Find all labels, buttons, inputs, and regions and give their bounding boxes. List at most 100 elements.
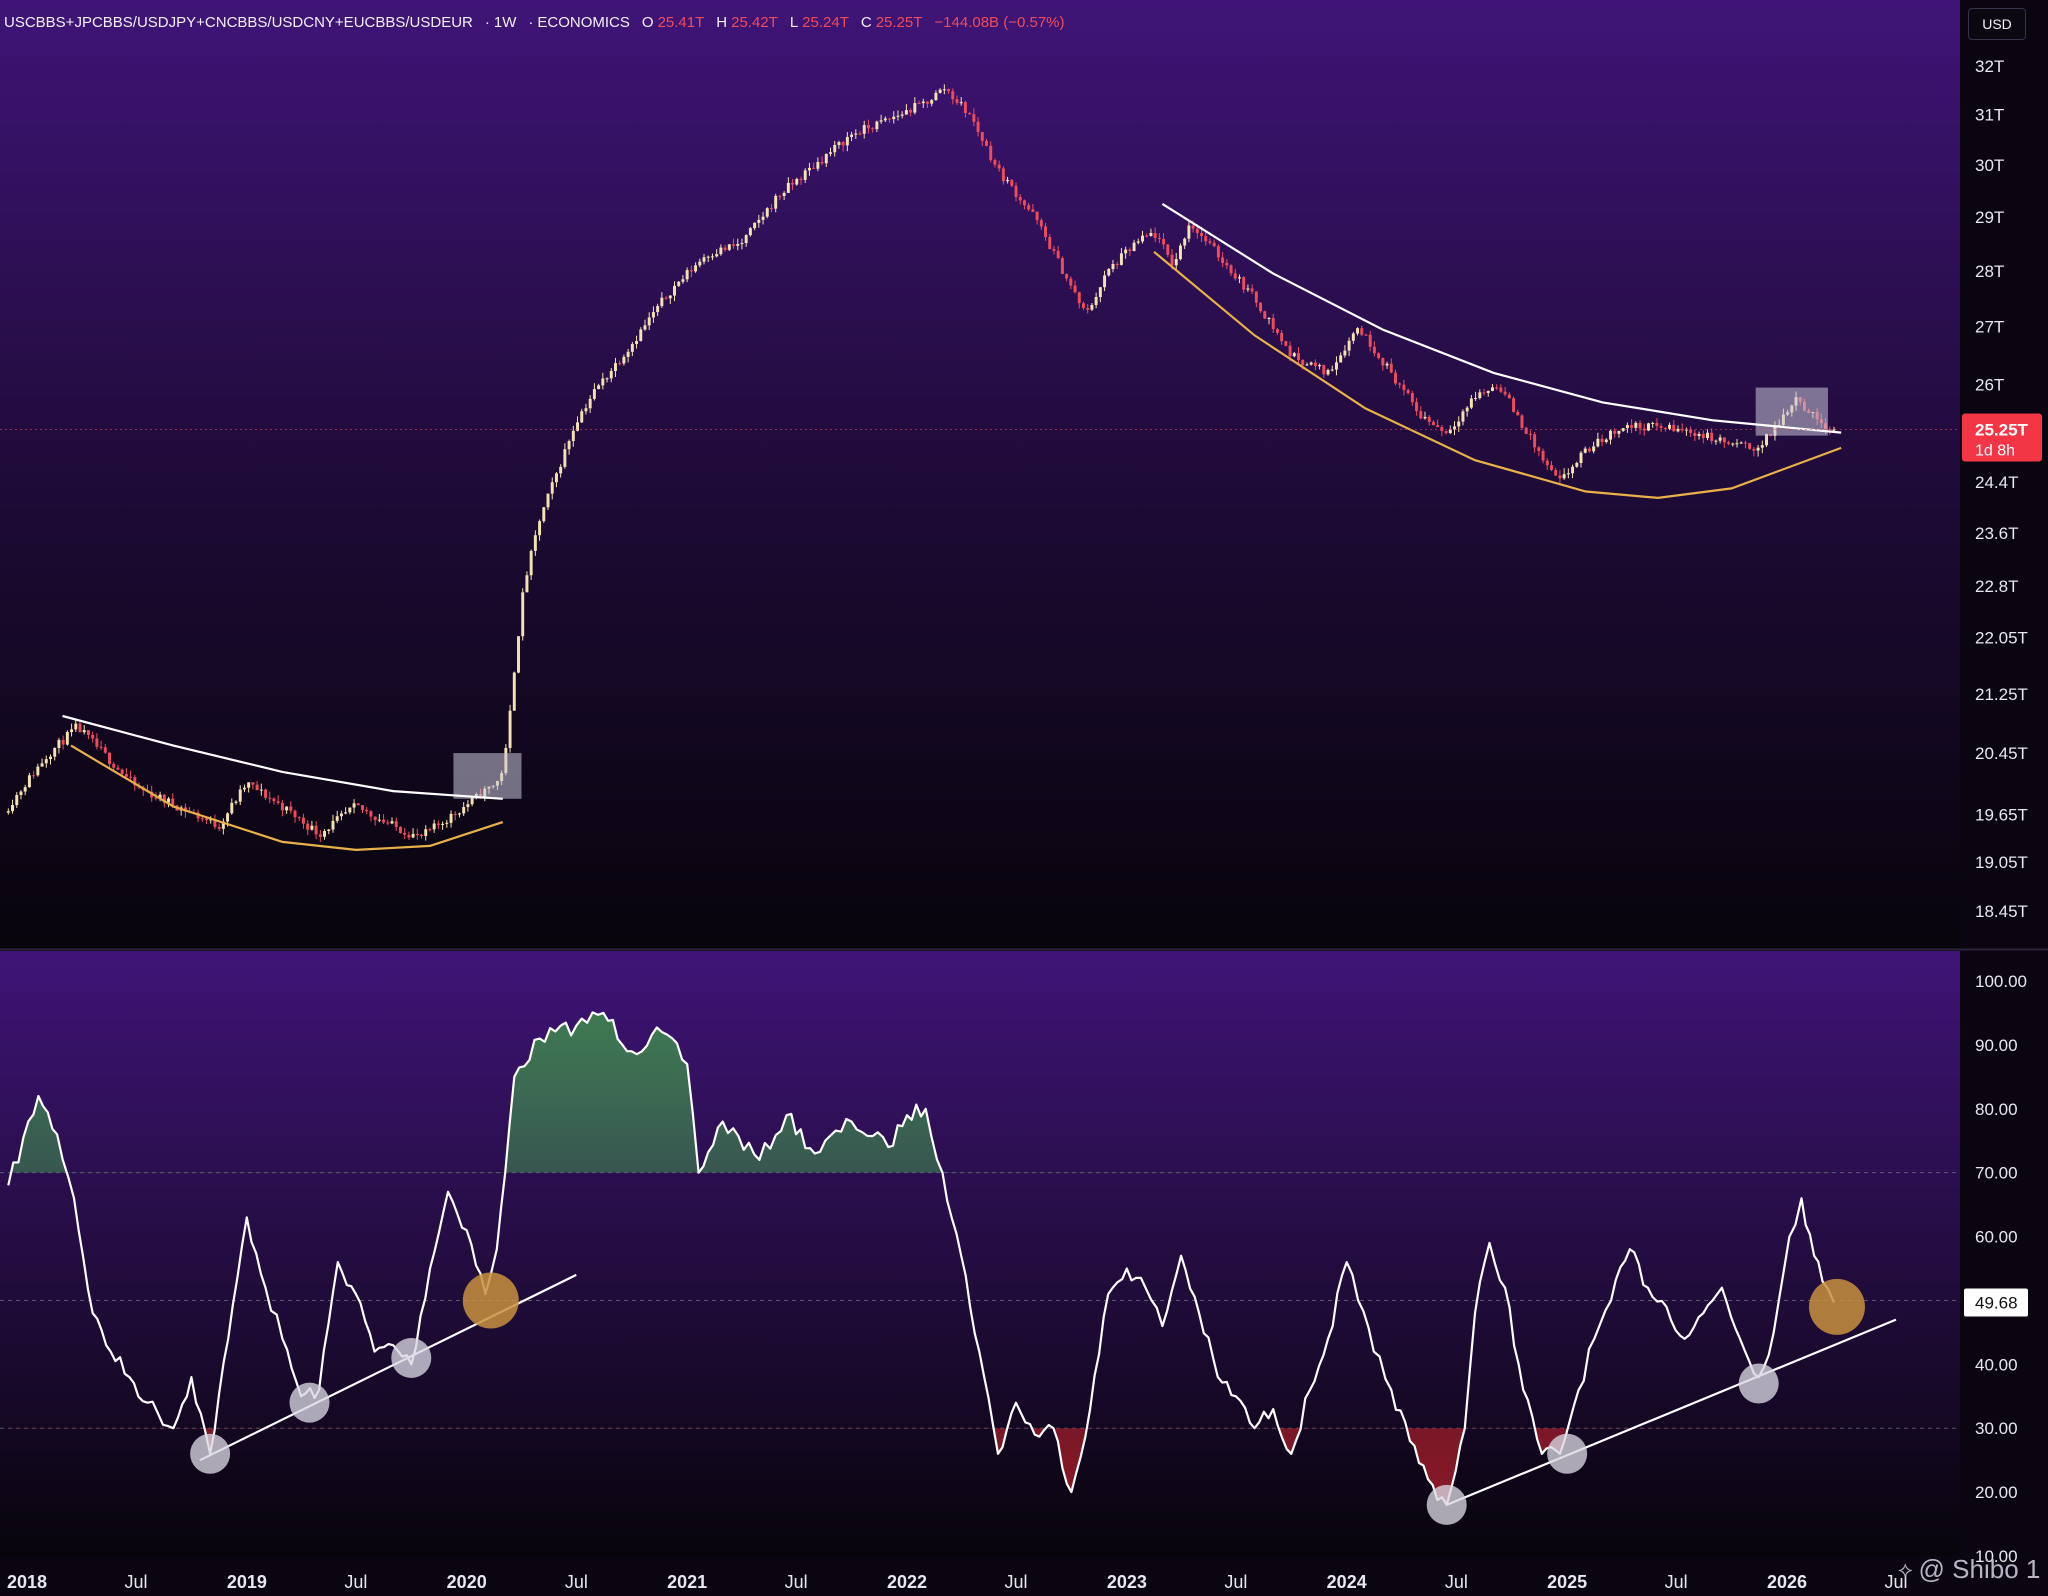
candle-up[interactable]	[344, 812, 348, 814]
rsi-low-marker[interactable]	[391, 1337, 432, 1378]
candle-down[interactable]	[1748, 443, 1752, 449]
candle-down[interactable]	[1528, 433, 1532, 435]
candle-down[interactable]	[1254, 291, 1258, 303]
candle-up[interactable]	[1575, 462, 1579, 467]
candle-down[interactable]	[1398, 383, 1402, 385]
candle-up[interactable]	[605, 378, 609, 380]
candle-up[interactable]	[1706, 432, 1709, 439]
candle-down[interactable]	[1600, 438, 1604, 442]
candle-up[interactable]	[942, 89, 946, 91]
candle-down[interactable]	[976, 121, 980, 132]
candle-down[interactable]	[997, 164, 1001, 169]
candle-up[interactable]	[1305, 364, 1309, 366]
candle-up[interactable]	[1474, 398, 1478, 400]
candle-down[interactable]	[369, 811, 373, 817]
candle-up[interactable]	[538, 521, 542, 536]
candle-down[interactable]	[1031, 209, 1035, 212]
candle-down[interactable]	[297, 817, 301, 819]
candle-down[interactable]	[1284, 341, 1288, 346]
candle-down[interactable]	[1516, 411, 1520, 416]
candle-down[interactable]	[356, 803, 360, 806]
candle-down[interactable]	[1377, 353, 1381, 358]
candle-up[interactable]	[1107, 268, 1111, 276]
candle-up[interactable]	[1339, 355, 1343, 363]
candle-up[interactable]	[1136, 241, 1140, 243]
candle-up[interactable]	[651, 312, 655, 318]
candle-down[interactable]	[293, 810, 297, 818]
candle-up[interactable]	[550, 482, 554, 494]
candle-up[interactable]	[327, 829, 331, 831]
candle-down[interactable]	[917, 103, 921, 105]
candle-down[interactable]	[268, 797, 272, 799]
candle-up[interactable]	[609, 371, 613, 379]
candle-down[interactable]	[1229, 265, 1233, 274]
candle-up[interactable]	[584, 408, 588, 412]
candle-up[interactable]	[1714, 440, 1718, 442]
candle-down[interactable]	[95, 738, 99, 747]
candle-up[interactable]	[1756, 447, 1760, 451]
candle-up[interactable]	[449, 813, 453, 823]
candle-up[interactable]	[285, 806, 289, 811]
candle-down[interactable]	[1419, 411, 1423, 419]
candle-down[interactable]	[1663, 427, 1667, 429]
candle-down[interactable]	[1065, 273, 1069, 279]
candle-down[interactable]	[306, 823, 310, 830]
candle-up[interactable]	[1646, 423, 1650, 431]
candle-down[interactable]	[1056, 250, 1060, 259]
candle-up[interactable]	[1090, 305, 1094, 310]
candle-down[interactable]	[732, 244, 736, 246]
candle-up[interactable]	[525, 575, 529, 593]
candle-up[interactable]	[1318, 365, 1322, 367]
candle-down[interactable]	[770, 208, 773, 210]
candle-down[interactable]	[129, 776, 133, 778]
candle-up[interactable]	[49, 756, 52, 760]
candle-down[interactable]	[947, 89, 951, 92]
candle-down[interactable]	[453, 813, 457, 815]
candle-down[interactable]	[1545, 460, 1549, 466]
candle-up[interactable]	[613, 363, 617, 372]
candle-down[interactable]	[664, 297, 668, 299]
candle-down[interactable]	[398, 826, 402, 833]
candle-up[interactable]	[1668, 424, 1672, 429]
candle-up[interactable]	[1343, 350, 1347, 356]
candle-up[interactable]	[588, 398, 592, 409]
candle-down[interactable]	[1752, 448, 1756, 451]
candle-up[interactable]	[959, 102, 963, 104]
candle-up[interactable]	[879, 120, 883, 122]
candle-up[interactable]	[685, 270, 689, 280]
candle-down[interactable]	[112, 763, 116, 768]
candle-down[interactable]	[1672, 424, 1676, 432]
candle-down[interactable]	[1208, 241, 1212, 243]
candle-up[interactable]	[559, 466, 563, 474]
candle-up[interactable]	[1423, 416, 1427, 419]
candle-up[interactable]	[782, 192, 786, 196]
candle-up[interactable]	[567, 441, 571, 450]
candle-down[interactable]	[1052, 248, 1056, 251]
candle-up[interactable]	[323, 830, 327, 837]
candle-up[interactable]	[554, 473, 558, 483]
candle-down[interactable]	[972, 114, 976, 122]
candle-up[interactable]	[462, 807, 466, 814]
candle-down[interactable]	[280, 802, 284, 811]
candle-down[interactable]	[1727, 442, 1731, 444]
candle-down[interactable]	[871, 128, 875, 130]
candle-down[interactable]	[1073, 285, 1077, 293]
candle-down[interactable]	[1372, 346, 1376, 354]
candle-up[interactable]	[1566, 473, 1570, 475]
candle-up[interactable]	[238, 789, 242, 802]
candle-up[interactable]	[1562, 474, 1566, 479]
candle-down[interactable]	[778, 195, 782, 197]
candle-up[interactable]	[466, 804, 470, 808]
candle-up[interactable]	[432, 823, 436, 830]
candle-down[interactable]	[1195, 228, 1199, 234]
candle-up[interactable]	[226, 813, 230, 822]
candle-down[interactable]	[1630, 425, 1634, 428]
candle-down[interactable]	[1001, 168, 1005, 182]
candle-up[interactable]	[761, 216, 765, 220]
candle-up[interactable]	[1267, 318, 1271, 320]
candle-down[interactable]	[1060, 258, 1064, 274]
rsi-gold-marker[interactable]	[462, 1272, 519, 1329]
candle-down[interactable]	[1389, 363, 1393, 373]
candle-up[interactable]	[681, 279, 685, 282]
candle-up[interactable]	[542, 507, 546, 522]
